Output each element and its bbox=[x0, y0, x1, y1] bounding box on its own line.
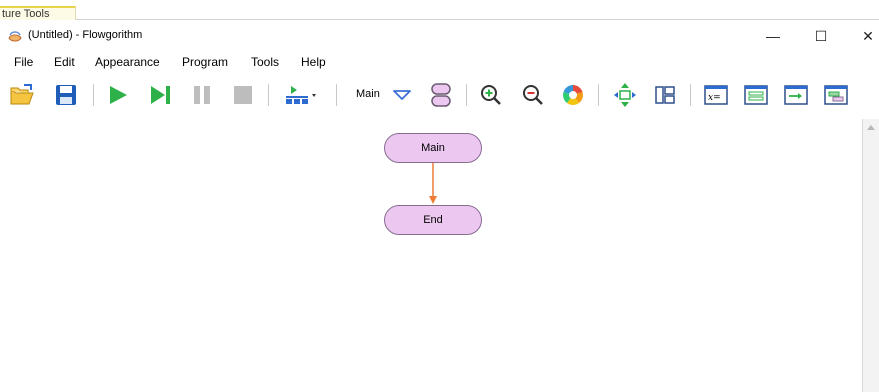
stop-icon bbox=[234, 86, 252, 104]
close-button[interactable]: ✕ bbox=[846, 24, 879, 48]
minimize-button[interactable]: — bbox=[751, 24, 795, 48]
function-select-chevron-icon bbox=[393, 90, 411, 100]
source-code-icon bbox=[744, 85, 768, 105]
function-select-label[interactable]: Main bbox=[356, 88, 380, 100]
function-select-dropdown[interactable] bbox=[388, 80, 416, 110]
window-title: (Untitled) - Flowgorithm bbox=[28, 29, 143, 41]
resize-icon bbox=[614, 83, 636, 107]
stop-button[interactable] bbox=[229, 80, 257, 110]
menu-tools[interactable]: Tools bbox=[251, 55, 279, 69]
panels-button[interactable] bbox=[651, 80, 679, 110]
svg-text:x=: x= bbox=[708, 93, 721, 103]
toolbar-separator bbox=[690, 84, 691, 106]
maximize-button[interactable]: ☐ bbox=[799, 24, 843, 48]
run-icon bbox=[110, 86, 127, 104]
layout-icon bbox=[286, 86, 316, 104]
scroll-up-arrow-icon[interactable] bbox=[867, 125, 875, 130]
toolbar-separator bbox=[268, 84, 269, 106]
flow-arrow bbox=[429, 163, 437, 204]
zoom-in-icon bbox=[481, 85, 501, 105]
open-folder-icon bbox=[10, 84, 34, 105]
strip-divider bbox=[76, 19, 879, 20]
open-button[interactable] bbox=[8, 80, 36, 110]
title-bar: (Untitled) - Flowgorithm — ☐ ✕ bbox=[0, 24, 879, 48]
menu-bar: File Edit Appearance Program Tools Help bbox=[0, 50, 879, 74]
toolbar-separator bbox=[598, 84, 599, 106]
vertical-scrollbar[interactable] bbox=[862, 119, 879, 392]
panels-icon bbox=[655, 86, 675, 104]
menu-appearance[interactable]: Appearance bbox=[95, 55, 160, 69]
pause-icon bbox=[194, 86, 210, 104]
pause-button[interactable] bbox=[188, 80, 216, 110]
flowchart-canvas[interactable]: Main End bbox=[0, 119, 862, 392]
variable-watch-icon: x= bbox=[704, 85, 728, 105]
toolbar: Main x= bbox=[0, 78, 879, 114]
taskbar-strip: ture Tools bbox=[0, 0, 879, 24]
console-button[interactable] bbox=[782, 80, 810, 110]
zoom-in-button[interactable] bbox=[477, 80, 505, 110]
menu-edit[interactable]: Edit bbox=[54, 55, 75, 69]
save-icon bbox=[56, 85, 76, 105]
source-code-button[interactable] bbox=[742, 80, 770, 110]
layout-dropdown-button[interactable] bbox=[280, 80, 320, 110]
flowchart-start-node[interactable]: Main bbox=[384, 133, 482, 163]
color-wheel-icon bbox=[563, 85, 583, 105]
step-icon bbox=[151, 86, 170, 104]
layout-windows-button[interactable] bbox=[822, 80, 850, 110]
step-button[interactable] bbox=[147, 80, 175, 110]
flowgorithm-app-icon bbox=[8, 31, 22, 42]
zoom-out-icon bbox=[523, 85, 543, 105]
spacing-button[interactable] bbox=[611, 80, 639, 110]
functions-button[interactable] bbox=[427, 80, 455, 110]
toolbar-separator bbox=[466, 84, 467, 106]
flowchart-end-node[interactable]: End bbox=[384, 205, 482, 235]
menu-program[interactable]: Program bbox=[182, 55, 228, 69]
menu-file[interactable]: File bbox=[14, 55, 33, 69]
toolbar-separator bbox=[93, 84, 94, 106]
console-icon bbox=[784, 85, 808, 105]
functions-icon bbox=[431, 83, 451, 107]
toolbar-separator bbox=[336, 84, 337, 106]
menu-help[interactable]: Help bbox=[301, 55, 326, 69]
run-button[interactable] bbox=[104, 80, 132, 110]
variable-watch-button[interactable]: x= bbox=[702, 80, 730, 110]
picture-tools-tab[interactable]: ture Tools bbox=[0, 6, 76, 20]
save-button[interactable] bbox=[52, 80, 80, 110]
layout-windows-icon bbox=[824, 85, 848, 105]
color-scheme-button[interactable] bbox=[559, 80, 587, 110]
zoom-out-button[interactable] bbox=[519, 80, 547, 110]
